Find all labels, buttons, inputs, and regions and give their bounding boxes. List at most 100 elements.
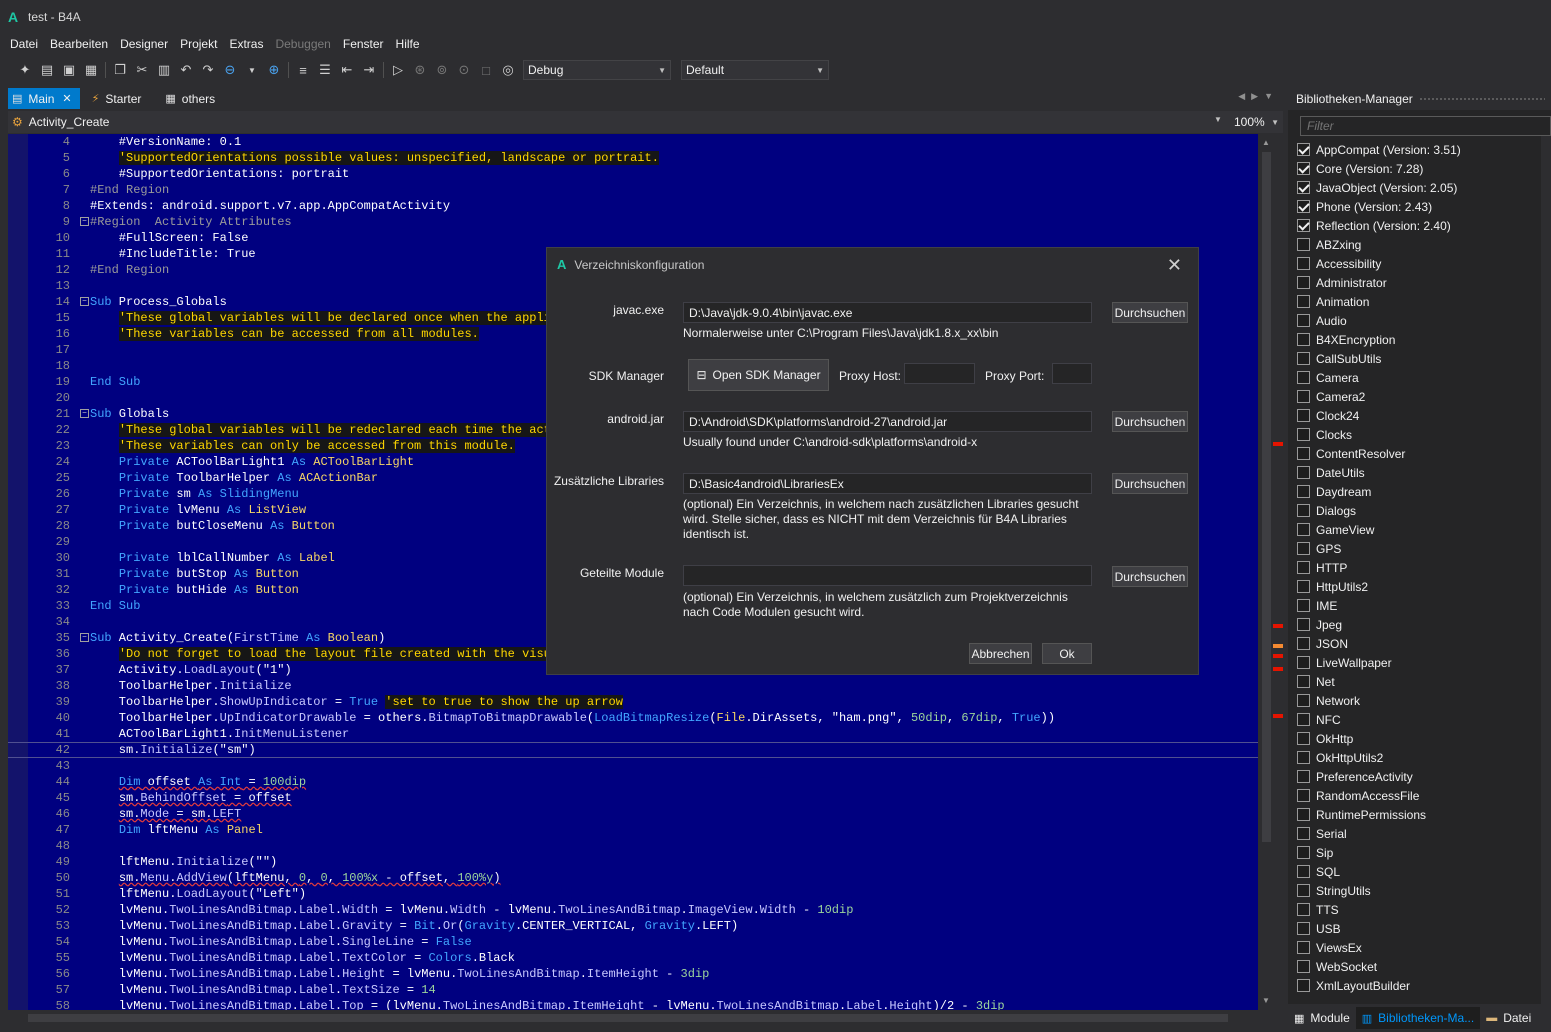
code-line[interactable]: 46 sm.Mode = sm.LEFT [8, 806, 1258, 822]
library-item[interactable]: RuntimePermissions [1297, 805, 1551, 824]
code-line[interactable]: 8 #Extends: android.support.v7.app.AppCom… [8, 198, 1258, 214]
code-line[interactable]: 57 lvMenu.TwoLinesAndBitmap.Label.TextSi… [8, 982, 1258, 998]
code-line[interactable]: 56 lvMenu.TwoLinesAndBitmap.Label.Height… [8, 966, 1258, 982]
editor-vertical-scrollbar[interactable]: ▲ ▼ [1258, 134, 1283, 1010]
library-item[interactable]: WebSocket [1297, 957, 1551, 976]
library-item[interactable]: B4XEncryption [1297, 330, 1551, 349]
android-jar-input[interactable] [683, 411, 1092, 432]
library-item[interactable]: OkHttp [1297, 729, 1551, 748]
save-all-icon[interactable]: ▦ [80, 60, 102, 80]
library-item[interactable]: Camera [1297, 368, 1551, 387]
save-icon[interactable]: ▣ [58, 60, 80, 80]
library-item[interactable]: JSON [1297, 634, 1551, 653]
library-item[interactable]: Clock24 [1297, 406, 1551, 425]
library-checkbox[interactable] [1297, 732, 1310, 745]
error-marker[interactable] [1273, 624, 1283, 628]
library-checkbox[interactable] [1297, 523, 1310, 536]
library-item[interactable]: Clocks [1297, 425, 1551, 444]
library-item[interactable]: ABZxing [1297, 235, 1551, 254]
library-item[interactable]: Reflection (Version: 2.40) [1297, 216, 1551, 235]
library-item[interactable]: HttpUtils2 [1297, 577, 1551, 596]
library-item[interactable]: Net [1297, 672, 1551, 691]
library-item[interactable]: Serial [1297, 824, 1551, 843]
library-checkbox[interactable] [1297, 580, 1310, 593]
javac-browse-button[interactable]: Durchsuchen [1112, 302, 1188, 323]
library-checkbox[interactable] [1297, 542, 1310, 555]
library-checkbox[interactable] [1297, 865, 1310, 878]
library-checkbox[interactable] [1297, 466, 1310, 479]
comment-icon[interactable]: ≡ [292, 60, 314, 80]
code-line[interactable]: 38 ToolbarHelper.Initialize [8, 678, 1258, 694]
code-line[interactable]: 58 lvMenu.TwoLinesAndBitmap.Label.Top = … [8, 998, 1258, 1010]
code-line[interactable]: 55 lvMenu.TwoLinesAndBitmap.Label.TextCo… [8, 950, 1258, 966]
code-line[interactable]: 45 sm.BehindOffset = offset [8, 790, 1258, 806]
scroll-down-icon[interactable]: ▼ [1262, 996, 1270, 1005]
library-item[interactable]: IME [1297, 596, 1551, 615]
menu-bearbeiten[interactable]: Bearbeiten [44, 35, 114, 55]
library-checkbox[interactable] [1297, 200, 1310, 213]
library-item[interactable]: LiveWallpaper [1297, 653, 1551, 672]
collapse-icon[interactable]: − [80, 217, 89, 226]
library-checkbox[interactable] [1297, 238, 1310, 251]
library-checkbox[interactable] [1297, 390, 1310, 403]
cut-icon[interactable]: ✂ [131, 60, 153, 80]
code-line[interactable]: 43 [8, 758, 1258, 774]
open-project-icon[interactable]: ▤ [36, 60, 58, 80]
library-item[interactable]: TTS [1297, 900, 1551, 919]
indent-icon[interactable]: ⇥ [358, 60, 380, 80]
code-line[interactable]: 42 sm.Initialize("sm") [8, 742, 1258, 758]
code-line[interactable]: 50 sm.Menu.AddView(lftMenu, 0, 0, 100%x … [8, 870, 1258, 886]
library-item[interactable]: GameView [1297, 520, 1551, 539]
code-line[interactable]: 44 Dim offset As Int = 100dip [8, 774, 1258, 790]
library-checkbox[interactable] [1297, 504, 1310, 517]
library-checkbox[interactable] [1297, 979, 1310, 992]
library-checkbox[interactable] [1297, 694, 1310, 707]
code-line[interactable]: 39 ToolbarHelper.ShowUpIndicator = True … [8, 694, 1258, 710]
drag-handle[interactable] [1418, 96, 1545, 102]
library-item[interactable]: PreferenceActivity [1297, 767, 1551, 786]
redo-icon[interactable]: ↷ [197, 60, 219, 80]
scroll-thumb[interactable] [1262, 152, 1271, 842]
library-checkbox[interactable] [1297, 295, 1310, 308]
library-item[interactable]: Phone (Version: 2.43) [1297, 197, 1551, 216]
tab-modules[interactable]: ▦ Module [1288, 1007, 1356, 1029]
menu-fenster[interactable]: Fenster [337, 35, 390, 55]
paste-icon[interactable]: ▥ [153, 60, 175, 80]
collapse-icon[interactable]: − [80, 297, 89, 306]
tab-files[interactable]: ▬ Datei [1480, 1007, 1537, 1029]
tab-scroll-icon[interactable]: ◀▶▼ [1238, 91, 1279, 102]
code-line[interactable]: 49 lftMenu.Initialize("") [8, 854, 1258, 870]
copy-icon[interactable]: ❐ [109, 60, 131, 80]
hscroll-thumb[interactable] [28, 1014, 1228, 1022]
code-line[interactable]: 6 #SupportedOrientations: portrait [8, 166, 1258, 182]
library-checkbox[interactable] [1297, 808, 1310, 821]
outdent-icon[interactable]: ⇤ [336, 60, 358, 80]
extra-libraries-input[interactable] [683, 473, 1092, 494]
tab-main[interactable]: ▤ Main ✕ [8, 88, 80, 109]
library-item[interactable]: HTTP [1297, 558, 1551, 577]
library-checkbox[interactable] [1297, 599, 1310, 612]
code-line[interactable]: 41 ACToolBarLight1.InitMenuListener [8, 726, 1258, 742]
code-line[interactable]: 40 ToolbarHelper.UpIndicatorDrawable = o… [8, 710, 1258, 726]
back-dropdown-icon[interactable]: ▼ [241, 60, 263, 80]
library-item[interactable]: ViewsEx [1297, 938, 1551, 957]
library-checkbox[interactable] [1297, 352, 1310, 365]
library-checkbox[interactable] [1297, 770, 1310, 783]
chevron-down-icon[interactable]: ▼ [1214, 115, 1222, 124]
library-checkbox[interactable] [1297, 219, 1310, 232]
ok-button[interactable]: Ok [1042, 643, 1092, 664]
target-select[interactable]: Default ▼ [681, 60, 829, 80]
extra-libraries-browse-button[interactable]: Durchsuchen [1112, 473, 1188, 494]
library-checkbox[interactable] [1297, 447, 1310, 460]
code-line[interactable]: 10 #FullScreen: False [8, 230, 1258, 246]
code-line[interactable]: 9 − #Region Activity Attributes [8, 214, 1258, 230]
android-jar-browse-button[interactable]: Durchsuchen [1112, 411, 1188, 432]
error-marker[interactable] [1273, 654, 1283, 658]
close-icon[interactable]: ✕ [62, 92, 71, 105]
library-checkbox[interactable] [1297, 903, 1310, 916]
library-checkbox[interactable] [1297, 162, 1310, 175]
code-line[interactable]: 51 lftMenu.LoadLayout("Left") [8, 886, 1258, 902]
collapse-icon[interactable]: − [80, 409, 89, 418]
library-checkbox[interactable] [1297, 371, 1310, 384]
tab-starter[interactable]: ⚡ Starter [88, 88, 150, 109]
